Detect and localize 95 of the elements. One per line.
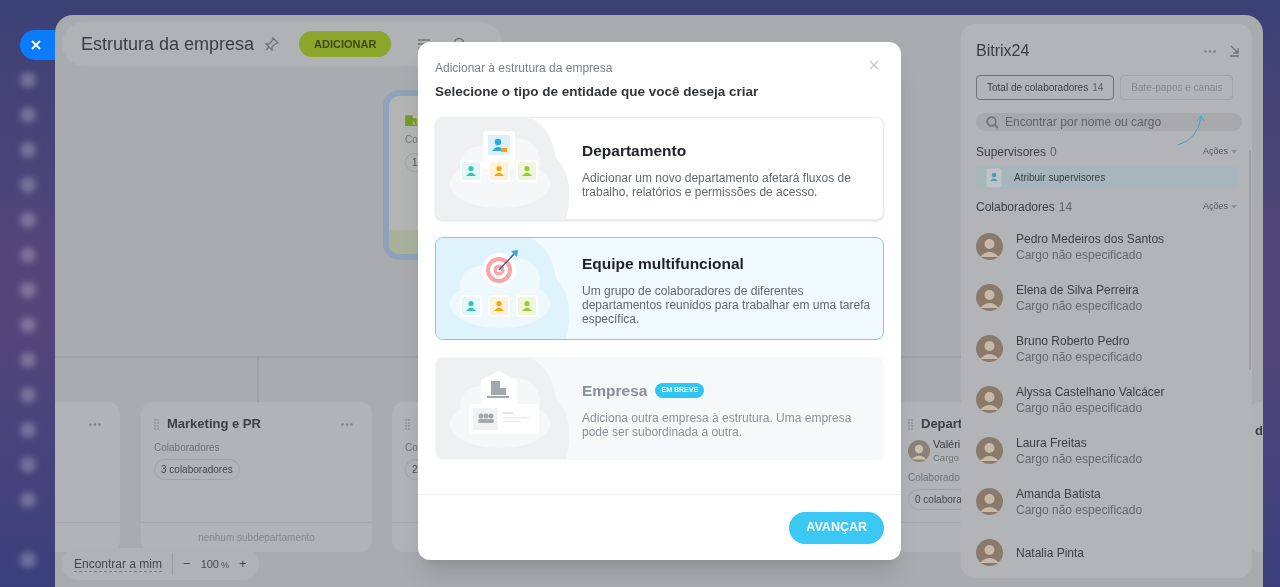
option-description: Um grupo de colaboradores de diferentes departamentos reunidos para trabalhar em uma tarefa específica. <box>582 283 872 326</box>
avatar <box>976 437 1003 464</box>
employee-row[interactable]: Laura Freitas Cargo não especificado <box>976 425 1242 476</box>
sidebar-icon[interactable] <box>20 492 36 508</box>
assign-supervisors-row[interactable]: Atribuir supervisores <box>976 166 1239 189</box>
zoom-unit: % <box>221 558 229 572</box>
drag-handle-icon[interactable] <box>908 418 913 430</box>
collapse-icon[interactable] <box>1229 45 1240 57</box>
employee-name: Amanda Batista <box>1016 485 1102 502</box>
card-label: Colaborado <box>908 471 960 485</box>
employee-role: Cargo não especificado <box>1016 450 1143 467</box>
option-description: Adicionar um novo departamento afetará fluxos de trabalho, relatórios e permissões de acesso. <box>582 170 852 199</box>
card-label: Co <box>405 441 418 455</box>
tab-count: 14 <box>1092 81 1104 95</box>
section-count: 0 <box>1050 144 1057 161</box>
employee-name: Natalia Pinta <box>1016 544 1085 561</box>
page-title: Estrutura da empresa <box>81 32 255 56</box>
zoom-out-button[interactable]: − <box>183 554 191 574</box>
find-me-link[interactable]: Encontrar a mim <box>74 556 163 572</box>
card-label: Co <box>405 133 418 147</box>
zoom-in-button[interactable]: + <box>239 554 247 574</box>
employee-name: Alyssa Castelhano Valcácer <box>1016 383 1165 400</box>
pin-icon[interactable] <box>264 36 281 52</box>
employee-row[interactable]: Alyssa Castelhano Valcácer Cargo não especificado <box>976 374 1242 425</box>
caret-icon <box>1231 205 1237 209</box>
close-icon[interactable] <box>869 60 879 70</box>
employee-role: Cargo não especificado <box>1016 501 1143 518</box>
sidebar-icon[interactable] <box>20 352 36 368</box>
sidebar-icon[interactable] <box>20 247 36 263</box>
sidebar-icon[interactable] <box>20 387 36 403</box>
employee-role: Cargo não especificado <box>1016 246 1144 263</box>
option-title: Equipe multifuncional <box>582 253 744 274</box>
employee-role: Cargo não especificado <box>1016 297 1143 314</box>
more-icon[interactable] <box>341 422 353 426</box>
person-name: Valéri <box>933 438 961 451</box>
search-field[interactable]: Encontrar por nome ou cargo <box>976 113 1242 131</box>
employee-row[interactable]: Bruno Roberto Pedro Cargo não especificado <box>976 323 1242 374</box>
employee-name: Laura Freitas <box>1016 434 1088 451</box>
sidebar-icon[interactable] <box>20 457 36 473</box>
caret-icon <box>1231 150 1237 154</box>
avatar <box>976 386 1003 413</box>
actions-dropdown[interactable]: Ações <box>1203 145 1237 159</box>
employee-row[interactable]: Natalia Pinta <box>976 527 1242 578</box>
employee-name: Pedro Medeiros dos Santos <box>1016 230 1165 247</box>
more-icon[interactable] <box>1204 49 1216 53</box>
avatar <box>976 284 1003 311</box>
card-title: d <box>1255 423 1263 438</box>
employee-row[interactable]: Amanda Batista Cargo não especificado <box>976 476 1242 527</box>
hint-arrow <box>1176 113 1206 147</box>
avatar <box>908 440 930 462</box>
zoom-value: 100 <box>200 556 219 572</box>
avatar <box>976 539 1003 566</box>
close-button[interactable] <box>20 30 55 60</box>
section-heading: Colaboradores <box>976 199 1055 216</box>
section-heading: Supervisores <box>976 144 1047 161</box>
sidebar-icon[interactable] <box>20 552 36 568</box>
panel-title: Bitrix24 <box>976 41 1030 61</box>
entity-option-card[interactable]: Equipe multifuncional Um grupo de colaboradores de diferentes departamentos reunidos para trabalhar em uma tarefa específica. <box>435 237 884 341</box>
close-icon <box>31 40 41 50</box>
sidebar-icon[interactable] <box>20 72 36 88</box>
sidebar-icon[interactable] <box>20 317 36 333</box>
avatar <box>976 488 1003 515</box>
employee-role: Cargo não especificado <box>1016 399 1144 416</box>
sidebar-icon[interactable] <box>20 422 36 438</box>
sidebar-icon[interactable] <box>20 212 36 228</box>
dialog-subtitle: Adicionar à estrutura da empresa <box>435 60 613 77</box>
sidebar-icon[interactable] <box>20 177 36 193</box>
employee-row[interactable]: Pedro Medeiros dos Santos Cargo não especificado <box>976 221 1242 272</box>
sidebar-icon[interactable] <box>20 282 36 298</box>
section-count: 14 <box>1058 199 1073 216</box>
person-role: Cargo <box>933 451 960 464</box>
avatar <box>976 335 1003 362</box>
dialog-title: Selecione o tipo de entidade que você deseja criar <box>435 83 760 101</box>
card-title: Marketing e PR <box>167 415 261 434</box>
building-icon <box>405 114 417 126</box>
drag-handle-icon[interactable] <box>405 418 410 430</box>
person-card-icon <box>986 167 1002 188</box>
employee-row[interactable]: Elena de Silva Perreira Cargo não especificado <box>976 272 1242 323</box>
sidebar-icon[interactable] <box>20 107 36 123</box>
option-title: Departamento <box>582 140 687 161</box>
drag-handle-icon[interactable] <box>154 418 159 430</box>
tab[interactable]: Total de colaboradores 14 <box>976 75 1115 100</box>
search-icon <box>986 115 999 129</box>
employee-name: Bruno Roberto Pedro <box>1016 332 1131 349</box>
employee-role: Cargo não especificado <box>1016 348 1143 365</box>
actions-dropdown[interactable]: Ações <box>1203 200 1237 214</box>
card-label: Colaboradores <box>154 441 220 455</box>
employee-name: Elena de Silva Perreira <box>1016 281 1140 298</box>
add-button[interactable]: ADICIONAR <box>299 31 392 57</box>
option-title: Empresa <box>582 380 648 401</box>
entity-option-card[interactable]: Departamento Adicionar um novo departamento afetará fluxos de trabalho, relatórios e permissões de acesso. <box>435 117 884 221</box>
sidebar-icon[interactable] <box>20 142 36 158</box>
option-description: Adiciona outra empresa à estrutura. Uma empresa pode ser subordinada a outra. <box>582 410 853 439</box>
avatar <box>976 233 1003 260</box>
more-icon[interactable] <box>89 422 101 426</box>
